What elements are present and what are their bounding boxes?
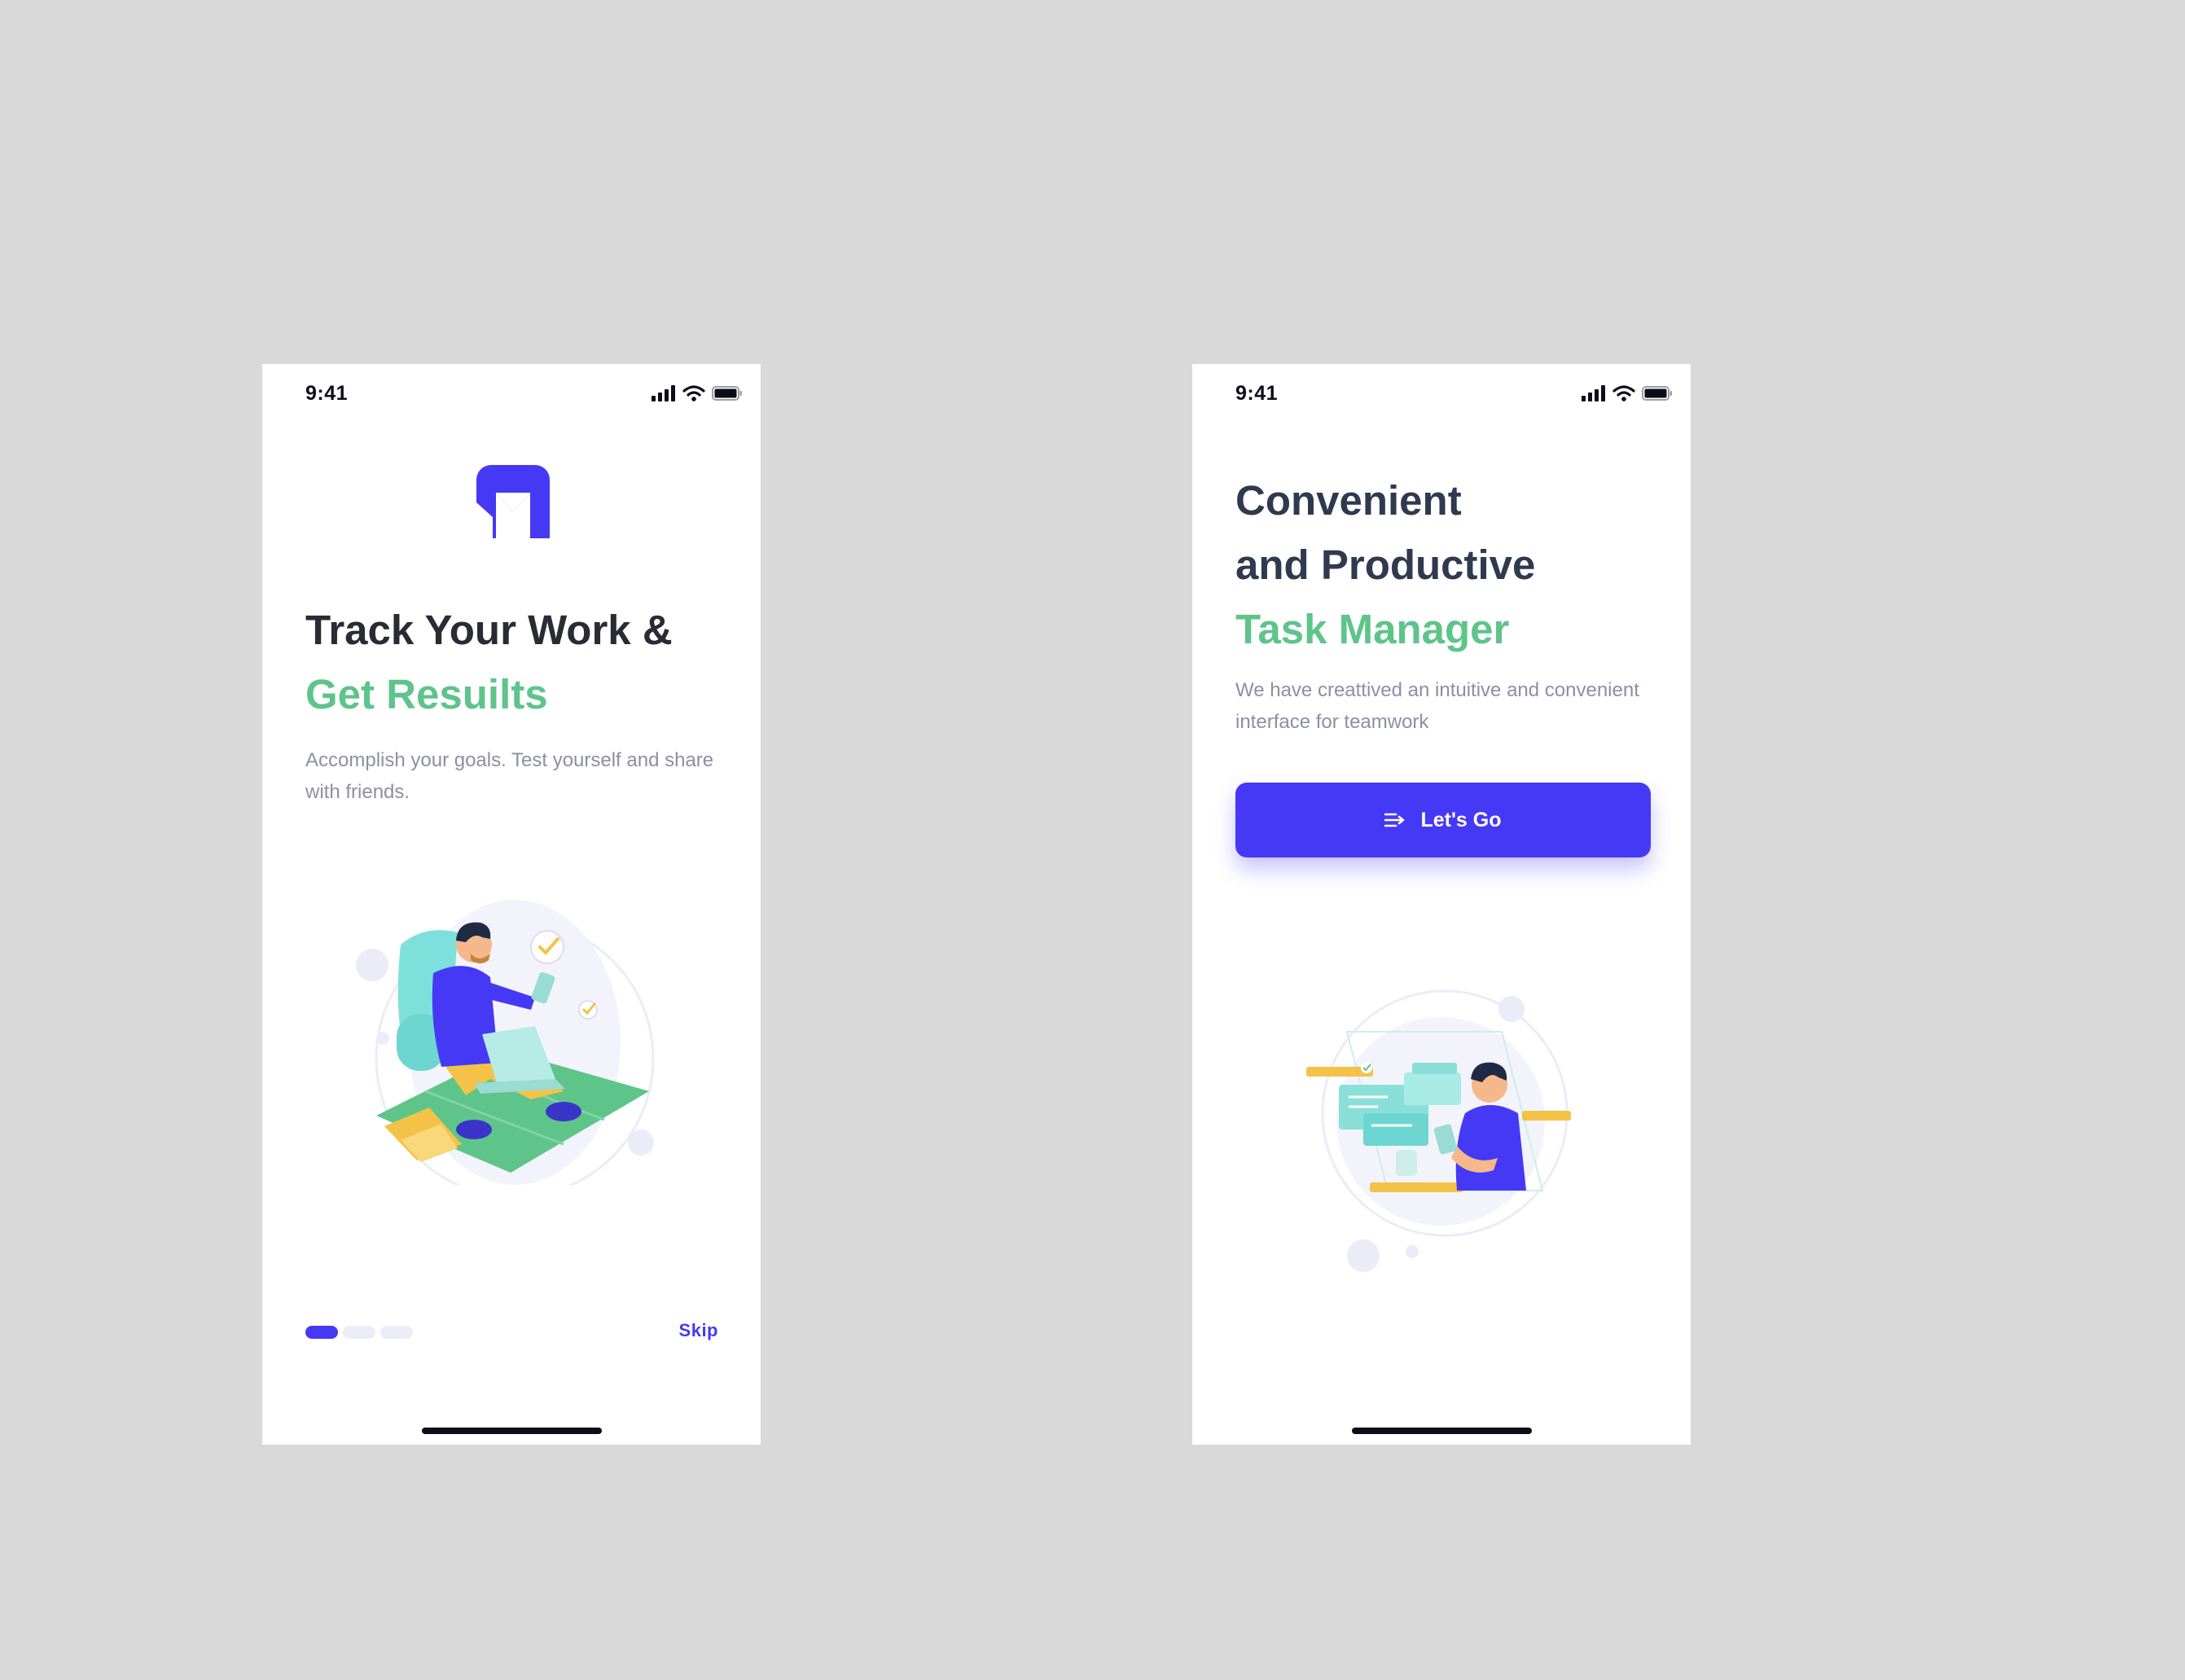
headline-line-1: Convenient	[1235, 477, 1462, 524]
lets-go-button[interactable]: Let's Go	[1235, 783, 1651, 858]
status-icons	[1582, 385, 1673, 401]
home-indicator[interactable]	[1352, 1428, 1532, 1434]
app-logo-icon	[476, 465, 550, 538]
status-time: 9:41	[1235, 382, 1279, 405]
status-bar: 9:41	[262, 364, 761, 421]
description: Accomplish your goals. Test yourself and…	[305, 749, 714, 803]
onboarding-screen-2: 9:41 Convenient and Productive Task Mana…	[1192, 364, 1691, 1445]
headline-line-1: Track Your Work &	[305, 607, 673, 653]
status-icons	[652, 385, 743, 401]
headline-line-2: and Productive	[1235, 542, 1536, 588]
signal-icon	[1582, 385, 1606, 401]
pagination-dot-3[interactable]	[380, 1326, 413, 1339]
skip-button[interactable]: Skip	[679, 1320, 718, 1341]
pagination-dot-1[interactable]	[305, 1326, 338, 1339]
headline-line-3: Task Manager	[1235, 606, 1510, 652]
onboarding-screen-1: 9:41 Track Your Work & Get Resuilts Acco…	[262, 364, 761, 1445]
home-indicator[interactable]	[422, 1428, 602, 1434]
lets-go-label: Let's Go	[1420, 808, 1502, 831]
battery-icon	[712, 385, 743, 401]
pagination-dot-2[interactable]	[343, 1326, 375, 1339]
description: We have creattived an intuitive and conv…	[1235, 679, 1639, 733]
lets-go-arrow-icon	[1384, 811, 1406, 829]
status-bar: 9:41	[1192, 364, 1691, 421]
status-time: 9:41	[305, 382, 349, 405]
team-illustration	[1290, 983, 1599, 1292]
pagination-dots	[305, 1326, 419, 1339]
wifi-icon	[682, 385, 705, 401]
battery-icon	[1642, 385, 1673, 401]
signal-icon	[652, 385, 676, 401]
work-illustration	[352, 875, 661, 1199]
wifi-icon	[1612, 385, 1635, 401]
headline-line-2: Get Resuilts	[305, 671, 548, 717]
